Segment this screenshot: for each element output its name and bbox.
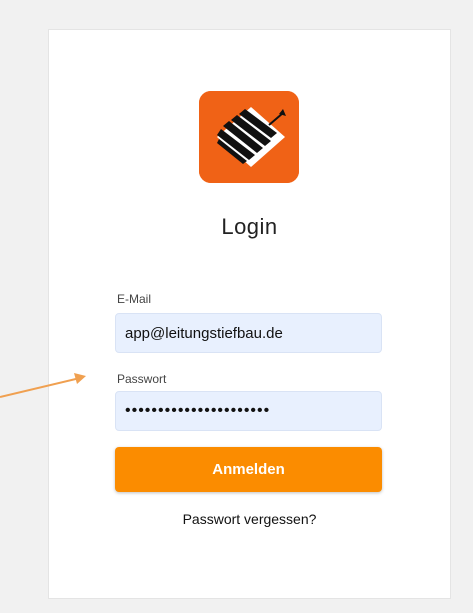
login-page: Login E-Mail Passwort Anmelden Passwort … [0,0,473,613]
page-title: Login [221,214,278,239]
password-field[interactable] [115,391,382,431]
company-logo-icon [199,91,299,183]
login-button[interactable]: Anmelden [115,447,382,492]
password-label: Passwort [117,372,167,386]
pointer-arrow-icon [0,366,96,407]
forgot-password-link[interactable]: Passwort vergessen? [48,511,451,527]
email-label: E-Mail [117,292,152,306]
email-field[interactable] [115,313,382,353]
